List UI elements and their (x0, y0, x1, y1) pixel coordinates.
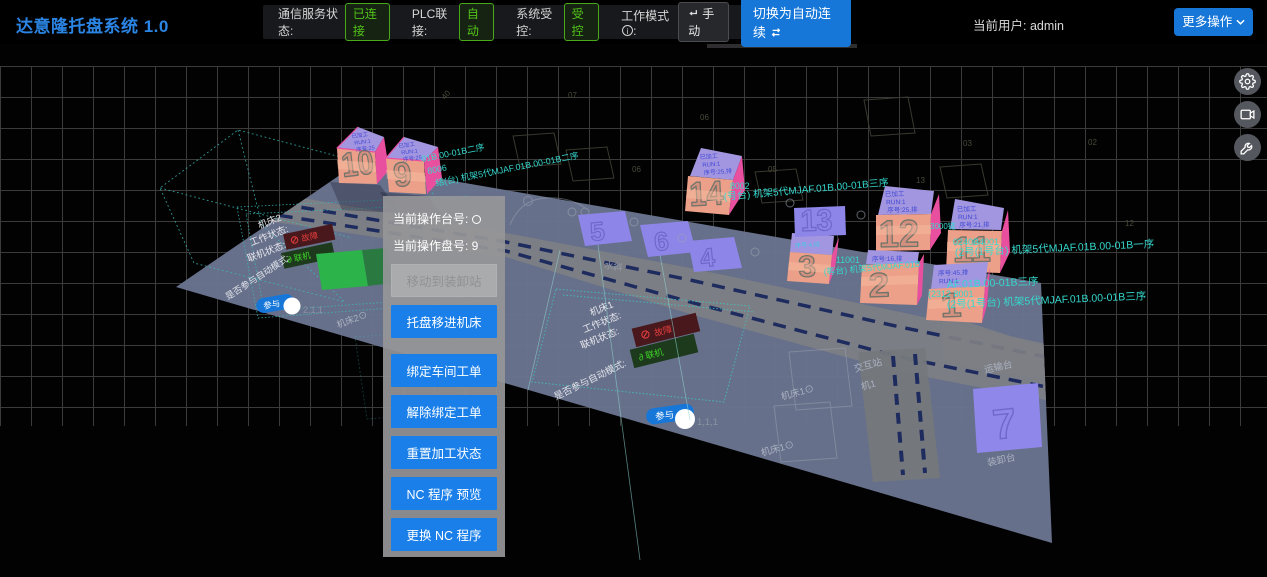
svg-text:06: 06 (700, 113, 709, 122)
svg-text:3000链: 3000链 (930, 221, 956, 231)
svg-text:13: 13 (916, 176, 925, 185)
svg-text:1,1,1: 1,1,1 (697, 417, 718, 428)
svg-text:02: 02 (1088, 138, 1097, 147)
svg-text:05: 05 (768, 165, 777, 174)
svg-text:已加工: 已加工 (957, 204, 977, 213)
svg-text:已加工: 已加工 (885, 189, 905, 198)
svg-text:40: 40 (440, 88, 453, 101)
svg-text:RUN:1: RUN:1 (886, 199, 906, 206)
svg-text:01B.00-01B二序: 01B.00-01B二序 (420, 141, 485, 164)
svg-text:RUN:1: RUN:1 (958, 214, 978, 221)
svg-text:12: 12 (1125, 219, 1134, 228)
svg-text:2,1,1: 2,1,1 (303, 305, 323, 315)
svg-text:07: 07 (568, 91, 577, 100)
svg-text:7: 7 (990, 399, 1018, 448)
svg-text:03: 03 (963, 139, 972, 148)
svg-text:06: 06 (632, 165, 641, 174)
svg-text:13: 13 (800, 204, 833, 238)
